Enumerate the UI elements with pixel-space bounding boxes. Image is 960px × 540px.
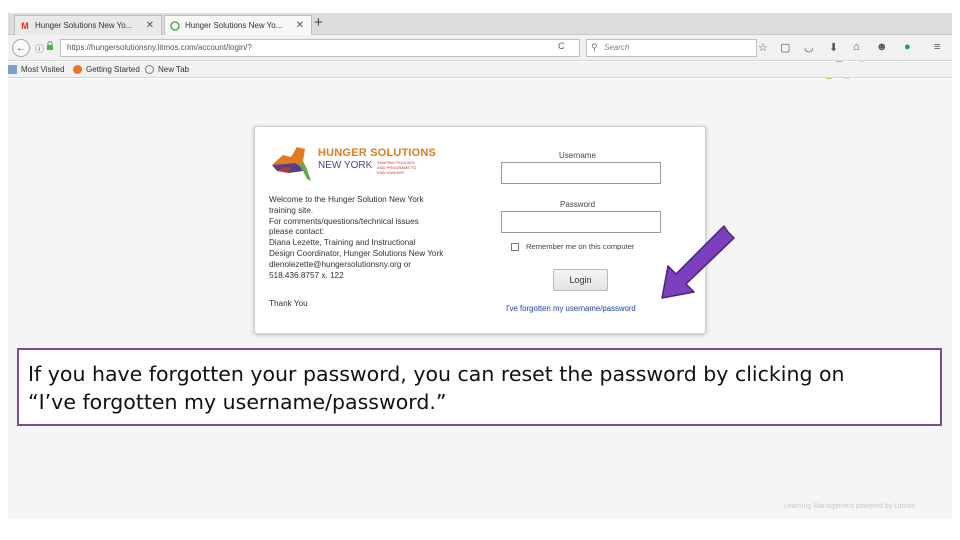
welcome-line: please contact: bbox=[269, 227, 325, 237]
welcome-line: training site. bbox=[269, 205, 314, 215]
logo-title: HUNGER SOLUTIONS bbox=[318, 147, 437, 159]
bookmark-label: New Tab bbox=[158, 65, 189, 74]
callout-line: If you have forgotten your password, you… bbox=[28, 362, 845, 386]
tab-label: Hunger Solutions New Yo... bbox=[185, 21, 283, 30]
password-field[interactable] bbox=[501, 211, 661, 233]
tab-hunger-solutions[interactable]: Hunger Solutions New Yo... ✕ bbox=[164, 15, 312, 35]
screenshot-slide: M Hunger Solutions New Yo... ✕ Hunger So… bbox=[0, 0, 960, 540]
welcome-line: For comments/questions/technical issues bbox=[269, 216, 419, 226]
bookmark-star-icon[interactable]: ☆ bbox=[758, 41, 768, 54]
bookmark-most-visited[interactable]: Most Visited bbox=[8, 65, 64, 74]
tab-label: Hunger Solutions New Yo... bbox=[35, 21, 133, 30]
welcome-line: 518.436.8757 x. 122 bbox=[269, 270, 344, 280]
bookmark-label: Most Visited bbox=[21, 65, 65, 74]
username-label: Username bbox=[559, 151, 596, 160]
logo-subtitle: NEW YORK bbox=[318, 160, 373, 171]
welcome-message: Welcome to the Hunger Solution New York … bbox=[269, 195, 479, 281]
close-icon[interactable]: ✕ bbox=[296, 20, 304, 31]
url-text: https://hungersolutionsny.litmos.com/acc… bbox=[67, 43, 252, 52]
remember-me-label: Remember me on this computer bbox=[526, 242, 635, 251]
footer-text: Learning Management powered by Litmos bbox=[784, 503, 915, 510]
folder-icon bbox=[8, 65, 17, 74]
back-button[interactable]: ← bbox=[12, 39, 30, 57]
remember-me-checkbox[interactable] bbox=[511, 243, 519, 251]
download-icon[interactable]: ⬇ bbox=[829, 41, 838, 54]
home-icon[interactable]: ⌂ bbox=[853, 41, 860, 53]
gmail-icon: M bbox=[21, 20, 29, 31]
welcome-line: dlenolezette@hungersolutionsny.org or bbox=[269, 259, 411, 269]
navigation-bar: ← ⓘ https://hungersolutionsny.litmos.com… bbox=[8, 35, 952, 61]
back-arrow-icon: ← bbox=[16, 42, 26, 54]
hunger-solutions-logo: HUNGER SOLUTIONS NEW YORK SHAPING POLICI… bbox=[269, 143, 449, 185]
address-bar[interactable]: https://hungersolutionsny.litmos.com/acc… bbox=[60, 39, 580, 57]
welcome-line: Design Coordinator, Hunger Solutions New… bbox=[269, 248, 444, 258]
welcome-line: Welcome to the Hunger Solution New York bbox=[269, 195, 424, 204]
forgot-password-link[interactable]: I've forgotten my username/password bbox=[506, 304, 636, 313]
new-york-map-icon bbox=[272, 147, 311, 181]
bookmarks-bar: Most Visited Getting Started New Tab bbox=[8, 62, 952, 78]
close-icon[interactable]: ✕ bbox=[146, 20, 154, 31]
password-label: Password bbox=[560, 200, 596, 209]
library-icon[interactable]: ▢ bbox=[780, 41, 790, 54]
pointer-arrow-icon bbox=[661, 225, 735, 299]
bookmark-label: Getting Started bbox=[86, 65, 140, 74]
logo-tagline: SHAPING POLICIES AND PROGRAMS TO END HUN… bbox=[377, 160, 417, 175]
tab-gmail[interactable]: M Hunger Solutions New Yo... ✕ bbox=[14, 15, 162, 35]
welcome-line: Diana Lezette, Training and Instructiona… bbox=[269, 238, 416, 248]
tab-bar: M Hunger Solutions New Yo... ✕ Hunger So… bbox=[8, 13, 952, 35]
bookmark-getting-started[interactable]: Getting Started bbox=[73, 65, 140, 74]
extension-icon[interactable]: ☻ bbox=[876, 41, 888, 53]
firefox-icon bbox=[73, 65, 82, 74]
pocket-icon[interactable]: ◡ bbox=[804, 41, 814, 54]
new-tab-icon[interactable]: + bbox=[314, 14, 323, 31]
search-placeholder: Search bbox=[604, 43, 630, 52]
login-button[interactable]: Login bbox=[553, 269, 608, 291]
bookmark-new-tab[interactable]: New Tab bbox=[145, 65, 189, 74]
search-icon: ⚲ bbox=[591, 42, 598, 52]
reload-icon[interactable]: C bbox=[558, 41, 565, 51]
globe-icon bbox=[145, 65, 154, 74]
site-icon bbox=[170, 20, 180, 31]
callout-line: “I’ve forgotten my username/password.” bbox=[28, 390, 447, 414]
username-field[interactable] bbox=[501, 162, 661, 184]
info-icon[interactable]: ⓘ bbox=[35, 42, 44, 55]
login-card: HUNGER SOLUTIONS NEW YORK SHAPING POLICI… bbox=[254, 126, 706, 334]
search-input[interactable]: ⚲ Search bbox=[586, 39, 757, 57]
thank-you-text: Thank You bbox=[269, 299, 308, 308]
menu-icon[interactable]: ≡ bbox=[934, 41, 940, 53]
instruction-callout: If you have forgotten your password, you… bbox=[17, 348, 942, 426]
lock-icon bbox=[47, 41, 53, 50]
grammarly-icon[interactable]: ● bbox=[904, 41, 911, 53]
